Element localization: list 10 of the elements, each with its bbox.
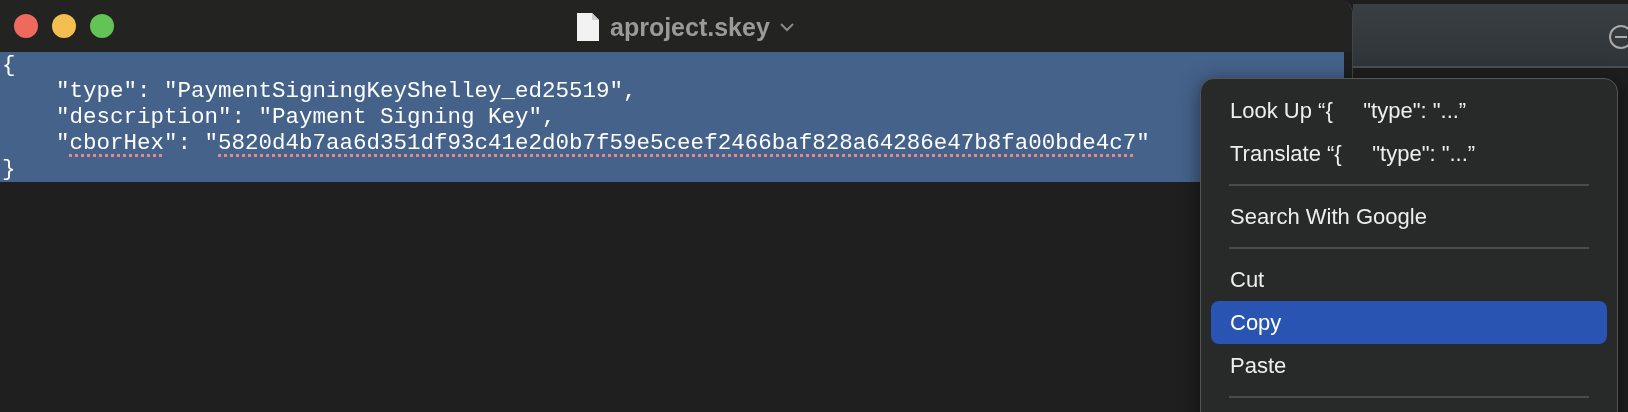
document-icon [576, 12, 600, 42]
menu-item[interactable]: Search With Google [1211, 195, 1607, 238]
chevron-icon[interactable] [779, 22, 794, 32]
minimize-button[interactable] [52, 14, 76, 38]
menu-item[interactable]: Paste [1211, 344, 1607, 387]
menu-item[interactable]: Copy [1211, 301, 1607, 344]
window-title[interactable]: aproject.skey [610, 12, 770, 42]
menu-item[interactable]: Cut [1211, 258, 1607, 301]
close-button[interactable] [14, 14, 38, 38]
zoom-button[interactable] [90, 14, 114, 38]
